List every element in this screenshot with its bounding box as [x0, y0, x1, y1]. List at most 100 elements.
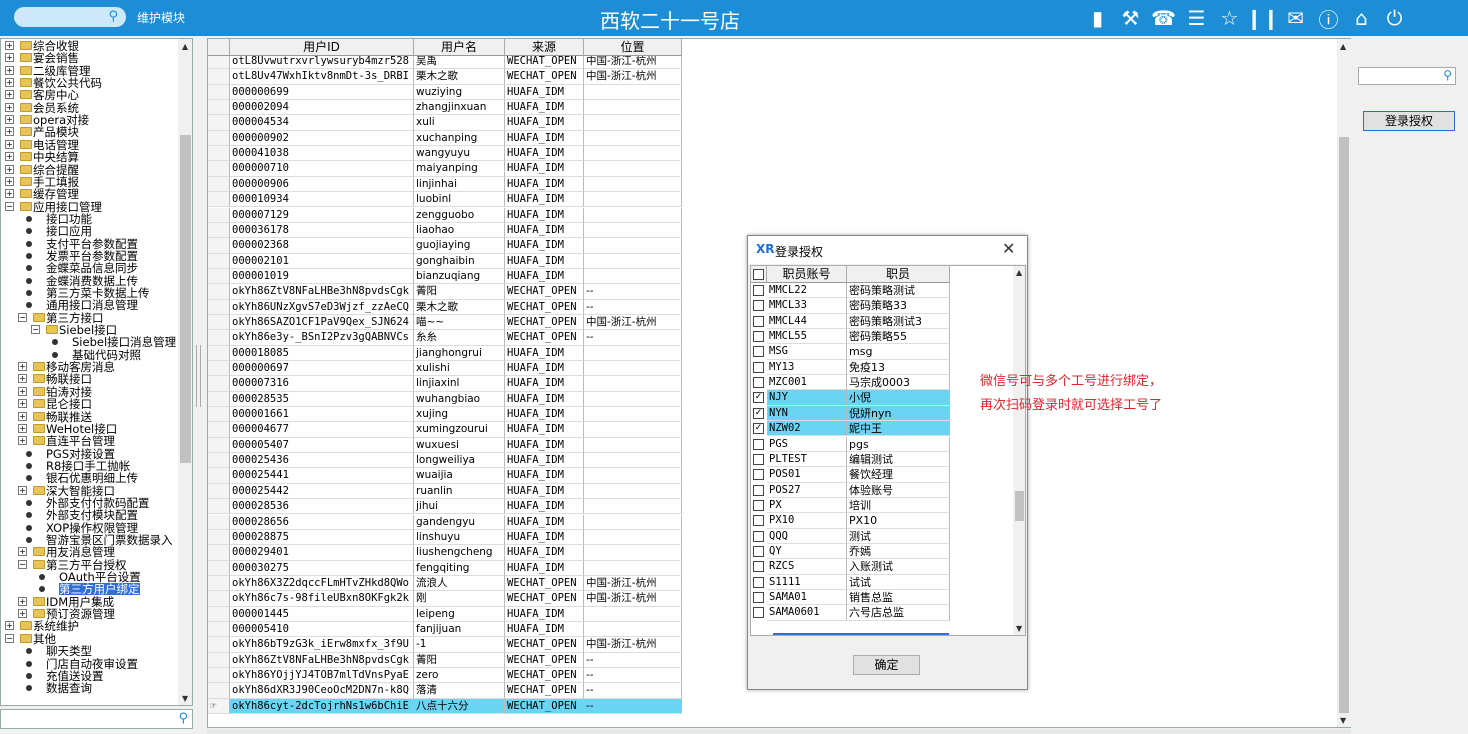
table-row[interactable]: okYh86bT9zG3k_iErw8mxfx_3f9U -1 WECHAT_OPE… — [208, 637, 683, 653]
row-indicator[interactable] — [208, 376, 230, 392]
scroll-up-icon[interactable]: ▲ — [1016, 268, 1022, 277]
tree-item[interactable]: 第三方用户绑定 — [1, 583, 177, 596]
row-indicator[interactable] — [208, 391, 230, 408]
table-row[interactable]: 000000902 xuchanping HUAFA_IDM — [208, 130, 683, 147]
staff-checkbox[interactable] — [753, 592, 764, 603]
staff-row[interactable]: PX10 PX10 — [751, 513, 951, 529]
staff-checkbox[interactable] — [753, 469, 764, 481]
row-indicator[interactable] — [208, 591, 230, 607]
tree-item[interactable]: 支付平台参数配置 — [1, 238, 177, 250]
table-row[interactable]: okYh86c7s-98filеUBxn8OKFgk2k 刚 WECHAT_OPEN… — [208, 591, 683, 607]
tools-icon[interactable]: ⚒ — [1117, 4, 1144, 32]
tree-item[interactable]: 金蝶消费数据上传 — [1, 275, 177, 287]
signal-icon[interactable]: ▮ — [1084, 4, 1111, 32]
expand-icon[interactable]: + — [5, 102, 14, 112]
expand-icon[interactable]: + — [5, 41, 14, 50]
expand-icon[interactable]: + — [18, 386, 27, 396]
tree-item[interactable]: 第三方菜卡数据上传 — [1, 287, 177, 299]
table-row[interactable]: okYh86X3Z2dqccFLmHTvZHkd8QWo 流浪人 WECHAT_OP… — [208, 575, 683, 592]
tree-item[interactable]: + 直连平台管理 — [1, 435, 177, 447]
staff-checkbox[interactable] — [753, 300, 764, 312]
table-row[interactable]: 000028535 wuhangbiao HUAFA_IDM — [208, 391, 683, 408]
table-row[interactable]: 000001661 xujing HUAFA_IDM — [208, 407, 683, 423]
row-indicator[interactable] — [208, 253, 230, 269]
staff-checkbox[interactable] — [753, 361, 764, 373]
expand-icon[interactable]: + — [5, 152, 14, 162]
row-indicator[interactable] — [208, 637, 230, 653]
tree-item[interactable]: R8接口手工抛帐 — [1, 460, 177, 472]
table-row[interactable]: 000005407 wuxuesi HUAFA_IDM — [208, 437, 683, 454]
table-row[interactable]: 000000699 wuziying HUAFA_IDM — [208, 84, 683, 101]
staff-checkbox[interactable] — [753, 499, 764, 511]
staff-row[interactable]: MMCL44 密码策略测试3 — [751, 313, 951, 330]
tree-item[interactable]: + 综合提醒 — [1, 164, 177, 176]
row-pointer-icon[interactable]: ☞ — [208, 698, 230, 715]
scroll-up-icon[interactable]: ▲ — [1340, 42, 1346, 51]
row-indicator[interactable] — [208, 314, 230, 331]
table-row[interactable]: 000007129 zengguobo HUAFA_IDM — [208, 207, 683, 223]
table-row[interactable]: okYh86e3y-_BSnI2Pzv3gQABNVCs 糸糸 WECHAT_OPE… — [208, 330, 683, 346]
row-indicator[interactable] — [208, 69, 230, 85]
row-indicator[interactable] — [208, 361, 230, 377]
table-row[interactable]: 000004677 xumingzourui HUAFA_IDM — [208, 422, 683, 438]
table-row[interactable]: okYh86SAZO1CF1PaV9Qex_SJN624 喵~~ WECHAT_OP… — [208, 314, 683, 331]
expand-icon[interactable]: + — [5, 164, 14, 174]
tree-item[interactable]: + 铂涛对接 — [1, 386, 177, 398]
tree-item[interactable]: + 电话管理 — [1, 139, 177, 151]
table-row[interactable]: 000002368 guojiaying HUAFA_IDM — [208, 238, 683, 254]
tree-item[interactable]: 通用接口消息管理 — [1, 299, 177, 311]
staff-row[interactable]: PX 培训 — [751, 497, 951, 514]
tree-item[interactable]: + 畅联接口 — [1, 373, 177, 385]
table-row[interactable]: 000029401 liushengcheng HUAFA_IDM — [208, 545, 683, 561]
row-indicator[interactable] — [208, 192, 230, 208]
staff-checkbox[interactable] — [753, 545, 764, 557]
tree-item[interactable]: Siebel接口消息管理 — [1, 336, 177, 348]
expand-icon[interactable]: + — [5, 176, 14, 186]
row-indicator[interactable] — [208, 560, 230, 576]
tree-item[interactable]: 充值送设置 — [1, 670, 177, 682]
row-indicator[interactable] — [208, 453, 230, 469]
staff-row[interactable]: QQQ 测试 — [751, 528, 951, 544]
tree-item[interactable]: + 综合收银 — [1, 40, 177, 52]
table-row[interactable]: 000005410 fanjijuan HUAFA_IDM — [208, 621, 683, 638]
scroll-down-icon[interactable]: ▼ — [1340, 716, 1346, 725]
staff-checkbox[interactable] — [753, 607, 764, 619]
row-indicator[interactable] — [208, 621, 230, 638]
row-indicator[interactable] — [208, 575, 230, 592]
tree-item[interactable]: + 手工填报 — [1, 176, 177, 188]
row-indicator[interactable] — [208, 499, 230, 515]
tree-item[interactable]: + IDM用户集成 — [1, 596, 177, 608]
staff-row[interactable]: MY13 免疫13 — [751, 359, 951, 376]
tree-item[interactable]: PGS对接设置 — [1, 448, 177, 460]
row-indicator[interactable] — [208, 407, 230, 423]
staff-checkbox[interactable] — [753, 346, 764, 358]
staff-checkbox[interactable] — [753, 285, 764, 296]
table-row[interactable]: 000002094 zhangjinxuan HUAFA_IDM — [208, 100, 683, 116]
table-row[interactable]: 000004534 xuli HUAFA_IDM — [208, 115, 683, 131]
tree-item[interactable]: + 餐饮公共代码 — [1, 77, 177, 89]
row-indicator[interactable] — [208, 422, 230, 438]
table-row[interactable]: 000000906 linjinhai HUAFA_IDM — [208, 176, 683, 193]
staff-row[interactable]: SAMA0601 六号店总监 — [751, 605, 951, 621]
collapse-icon[interactable]: − — [31, 325, 40, 335]
collapse-icon[interactable]: − — [18, 312, 27, 322]
tree-item[interactable]: − 其他 — [1, 633, 177, 645]
row-indicator[interactable] — [208, 130, 230, 147]
tree-item[interactable]: + 移动客房消息 — [1, 361, 177, 373]
tree-item[interactable]: 基础代码对照 — [1, 349, 177, 361]
tree-item[interactable]: + 昆仑接口 — [1, 398, 177, 410]
row-indicator[interactable] — [208, 100, 230, 116]
table-row[interactable]: okYh86YOjjYJ4TOB7mlTdVnsPyaE zero WECHAT_O… — [208, 668, 683, 684]
row-indicator[interactable] — [208, 545, 230, 561]
expand-icon[interactable]: + — [5, 53, 14, 63]
staff-checkbox[interactable] — [753, 515, 764, 527]
staff-list-scrollbar[interactable] — [1013, 266, 1025, 635]
login-authorize-button[interactable]: 登录授权 — [1363, 111, 1455, 131]
staff-row[interactable]: MZC001 马宗成0003 — [751, 375, 951, 391]
tree-item[interactable]: 门店自动夜审设置 — [1, 658, 177, 670]
row-indicator[interactable] — [208, 238, 230, 254]
tree-item[interactable]: + 二级库管理 — [1, 65, 177, 77]
tree-item[interactable]: + 深大智能接口 — [1, 485, 177, 497]
row-indicator[interactable] — [208, 514, 230, 530]
row-indicator[interactable] — [208, 284, 230, 300]
